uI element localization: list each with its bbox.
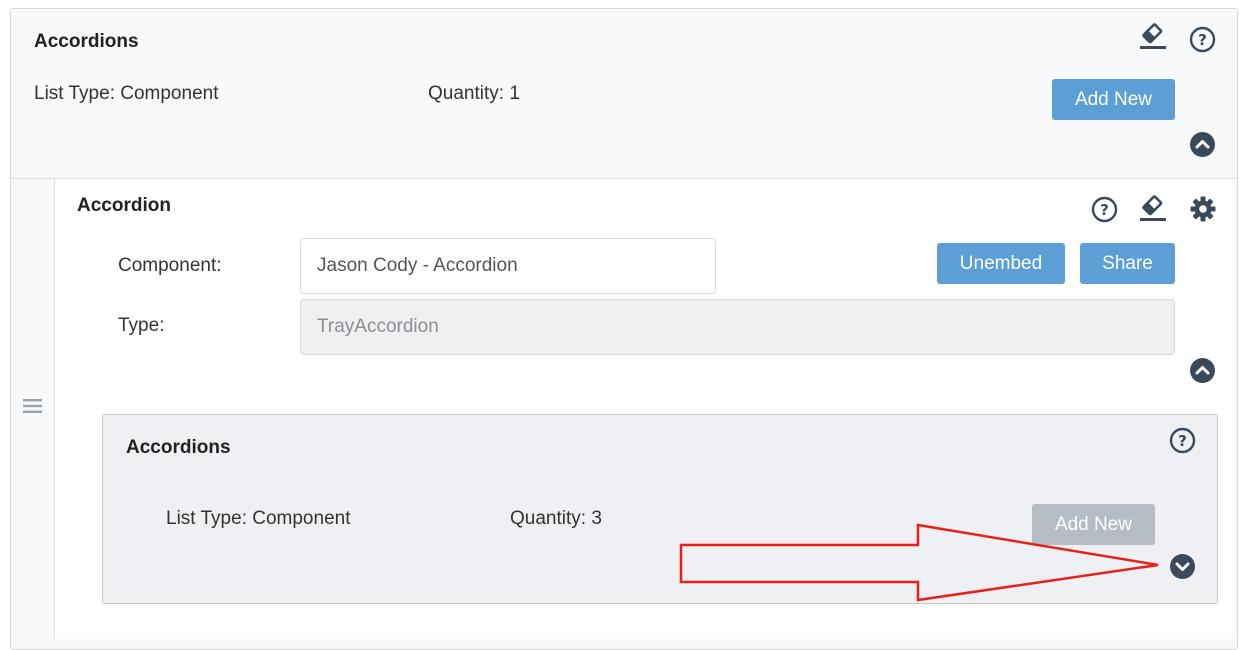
- expand-chevron-down-icon[interactable]: [1169, 553, 1196, 580]
- svg-text:?: ?: [1198, 31, 1207, 49]
- nested-quantity-text: Quantity: 3: [510, 508, 602, 529]
- nested-add-new-button[interactable]: Add New: [1032, 504, 1155, 545]
- item-title: Accordion: [77, 195, 171, 216]
- collapse-chevron-up-icon[interactable]: [1189, 131, 1216, 158]
- help-icon[interactable]: ?: [1169, 427, 1196, 454]
- help-icon[interactable]: ?: [1091, 196, 1118, 223]
- collapse-chevron-up-icon[interactable]: [1189, 357, 1216, 384]
- quantity-text: Quantity: 1: [428, 83, 520, 104]
- component-input[interactable]: Jason Cody - Accordion: [300, 238, 716, 294]
- component-label: Component:: [118, 255, 222, 276]
- divider: [10, 178, 1237, 179]
- svg-text:?: ?: [1100, 201, 1109, 219]
- list-type-text: List Type: Component: [34, 83, 219, 104]
- nested-list-type-text: List Type: Component: [166, 508, 351, 529]
- svg-text:?: ?: [1178, 432, 1187, 450]
- unembed-button[interactable]: Unembed: [937, 243, 1065, 284]
- nested-list-title: Accordions: [126, 437, 231, 458]
- list-title: Accordions: [34, 31, 139, 52]
- gear-icon[interactable]: [1189, 195, 1217, 223]
- share-button[interactable]: Share: [1080, 243, 1175, 284]
- type-value: TrayAccordion: [317, 316, 439, 337]
- type-label: Type:: [118, 315, 165, 336]
- type-field: TrayAccordion: [300, 299, 1175, 355]
- eraser-icon[interactable]: [1138, 194, 1168, 222]
- drag-handle-icon[interactable]: [23, 398, 42, 414]
- component-value: Jason Cody - Accordion: [317, 255, 518, 276]
- eraser-icon[interactable]: [1138, 22, 1168, 50]
- help-icon[interactable]: ?: [1189, 26, 1216, 53]
- add-new-button[interactable]: Add New: [1052, 79, 1175, 120]
